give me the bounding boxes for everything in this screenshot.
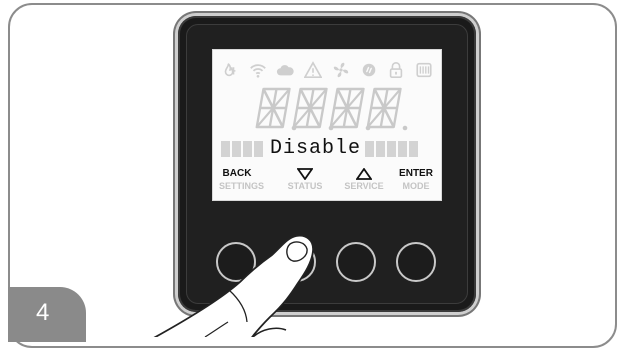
arrow-down-icon: [297, 168, 313, 180]
heating-icon: [362, 63, 375, 77]
lcd-message: Disable: [270, 137, 362, 160]
enter-mode-label: ENTER MODE: [399, 168, 433, 191]
status-label: STATUS: [283, 168, 327, 192]
step-number: 4: [36, 299, 50, 326]
heater-icon: [416, 62, 432, 78]
flame-icon: [224, 63, 236, 77]
status-down-button[interactable]: [276, 242, 316, 282]
warning-icon: [304, 61, 323, 79]
control-panel: Disable BACK SETTINGS STATUS SERVICE ENT…: [178, 16, 476, 312]
enter-button[interactable]: [396, 242, 436, 282]
lock-icon: [390, 62, 403, 79]
button-labels: BACK SETTINGS STATUS SERVICE ENTER MODE: [213, 168, 441, 198]
fan-icon: [333, 62, 349, 78]
lcd-message-row: Disable: [221, 139, 433, 159]
segment-digits: [255, 87, 408, 131]
service-label: SERVICE: [339, 168, 389, 192]
back-settings-label: BACK SETTINGS: [219, 168, 265, 191]
status-icon-row: [221, 60, 433, 80]
arrow-up-icon: [356, 168, 372, 180]
lcd-display: Disable BACK SETTINGS STATUS SERVICE ENT…: [212, 49, 442, 201]
wifi-icon: [249, 64, 266, 78]
back-button[interactable]: [216, 242, 256, 282]
step-number-badge: 4: [8, 287, 86, 342]
service-up-button[interactable]: [336, 242, 376, 282]
cloud-icon: [277, 65, 295, 76]
